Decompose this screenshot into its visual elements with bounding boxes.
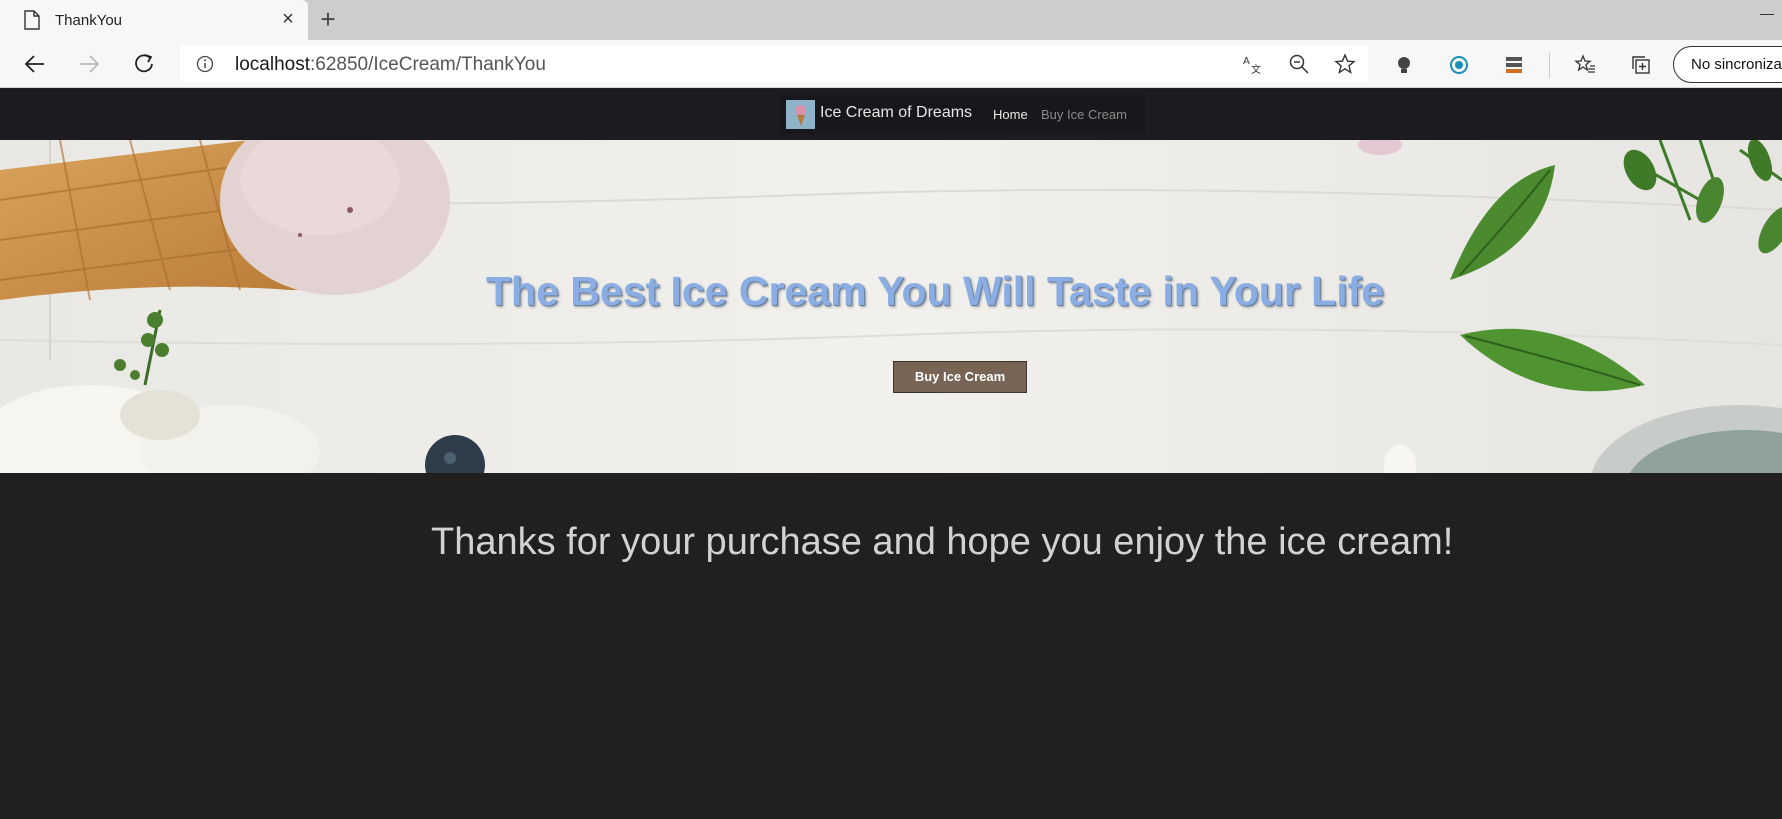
tab-strip: ThankYou × + — [0, 0, 1782, 40]
address-bar[interactable]: localhost:62850/IceCream/ThankYou A文 — [180, 45, 1368, 82]
navbar-inner: Ice Cream of Dreams Home Buy Ice Cream — [780, 94, 1145, 134]
record-icon[interactable] — [1448, 54, 1470, 76]
new-tab-button[interactable]: + — [316, 6, 340, 32]
minimize-button[interactable] — [1756, 14, 1782, 16]
close-icon[interactable]: × — [280, 9, 296, 29]
nav-link-home[interactable]: Home — [993, 107, 1028, 122]
stack-icon[interactable] — [1503, 54, 1525, 76]
profile-sync-button[interactable]: No sincronizado — [1673, 46, 1782, 83]
hero-title: The Best Ice Cream You Will Taste in You… — [486, 268, 1385, 314]
url-path: :62850/IceCream/ThankYou — [310, 54, 546, 75]
info-icon[interactable] — [196, 55, 214, 73]
tab-title: ThankYou — [55, 12, 123, 29]
svg-text:文: 文 — [1251, 63, 1261, 75]
forward-icon[interactable] — [75, 50, 103, 78]
translate-icon[interactable]: A文 — [1242, 53, 1264, 75]
buy-ice-cream-button[interactable]: Buy Ice Cream — [893, 361, 1027, 393]
url-host: localhost — [235, 54, 310, 75]
browser-toolbar: localhost:62850/IceCream/ThankYou A文 No … — [0, 40, 1782, 88]
thank-you-message: Thanks for your purchase and hope you en… — [431, 521, 1454, 563]
back-icon[interactable] — [21, 50, 49, 78]
tab-thankyou[interactable]: ThankYou × — [0, 0, 308, 40]
favorites-icon[interactable] — [1574, 54, 1596, 76]
brand-name[interactable]: Ice Cream of Dreams — [820, 104, 972, 122]
zoom-out-icon[interactable] — [1288, 53, 1310, 75]
bulb-icon[interactable] — [1393, 54, 1415, 76]
toolbar-separator — [1549, 52, 1550, 78]
url-text[interactable]: localhost:62850/IceCream/ThankYou — [235, 54, 546, 76]
refresh-icon[interactable] — [130, 50, 158, 78]
ice-cream-logo-icon[interactable] — [786, 100, 815, 129]
hero-banner: The Best Ice Cream You Will Taste in You… — [0, 140, 1782, 473]
collections-icon[interactable] — [1630, 54, 1652, 76]
document-icon — [24, 10, 40, 30]
site-navbar: Ice Cream of Dreams Home Buy Ice Cream — [0, 89, 1782, 140]
nav-link-buy-ice-cream[interactable]: Buy Ice Cream — [1041, 107, 1127, 122]
star-icon[interactable] — [1334, 53, 1356, 75]
svg-text:A: A — [1243, 56, 1250, 67]
